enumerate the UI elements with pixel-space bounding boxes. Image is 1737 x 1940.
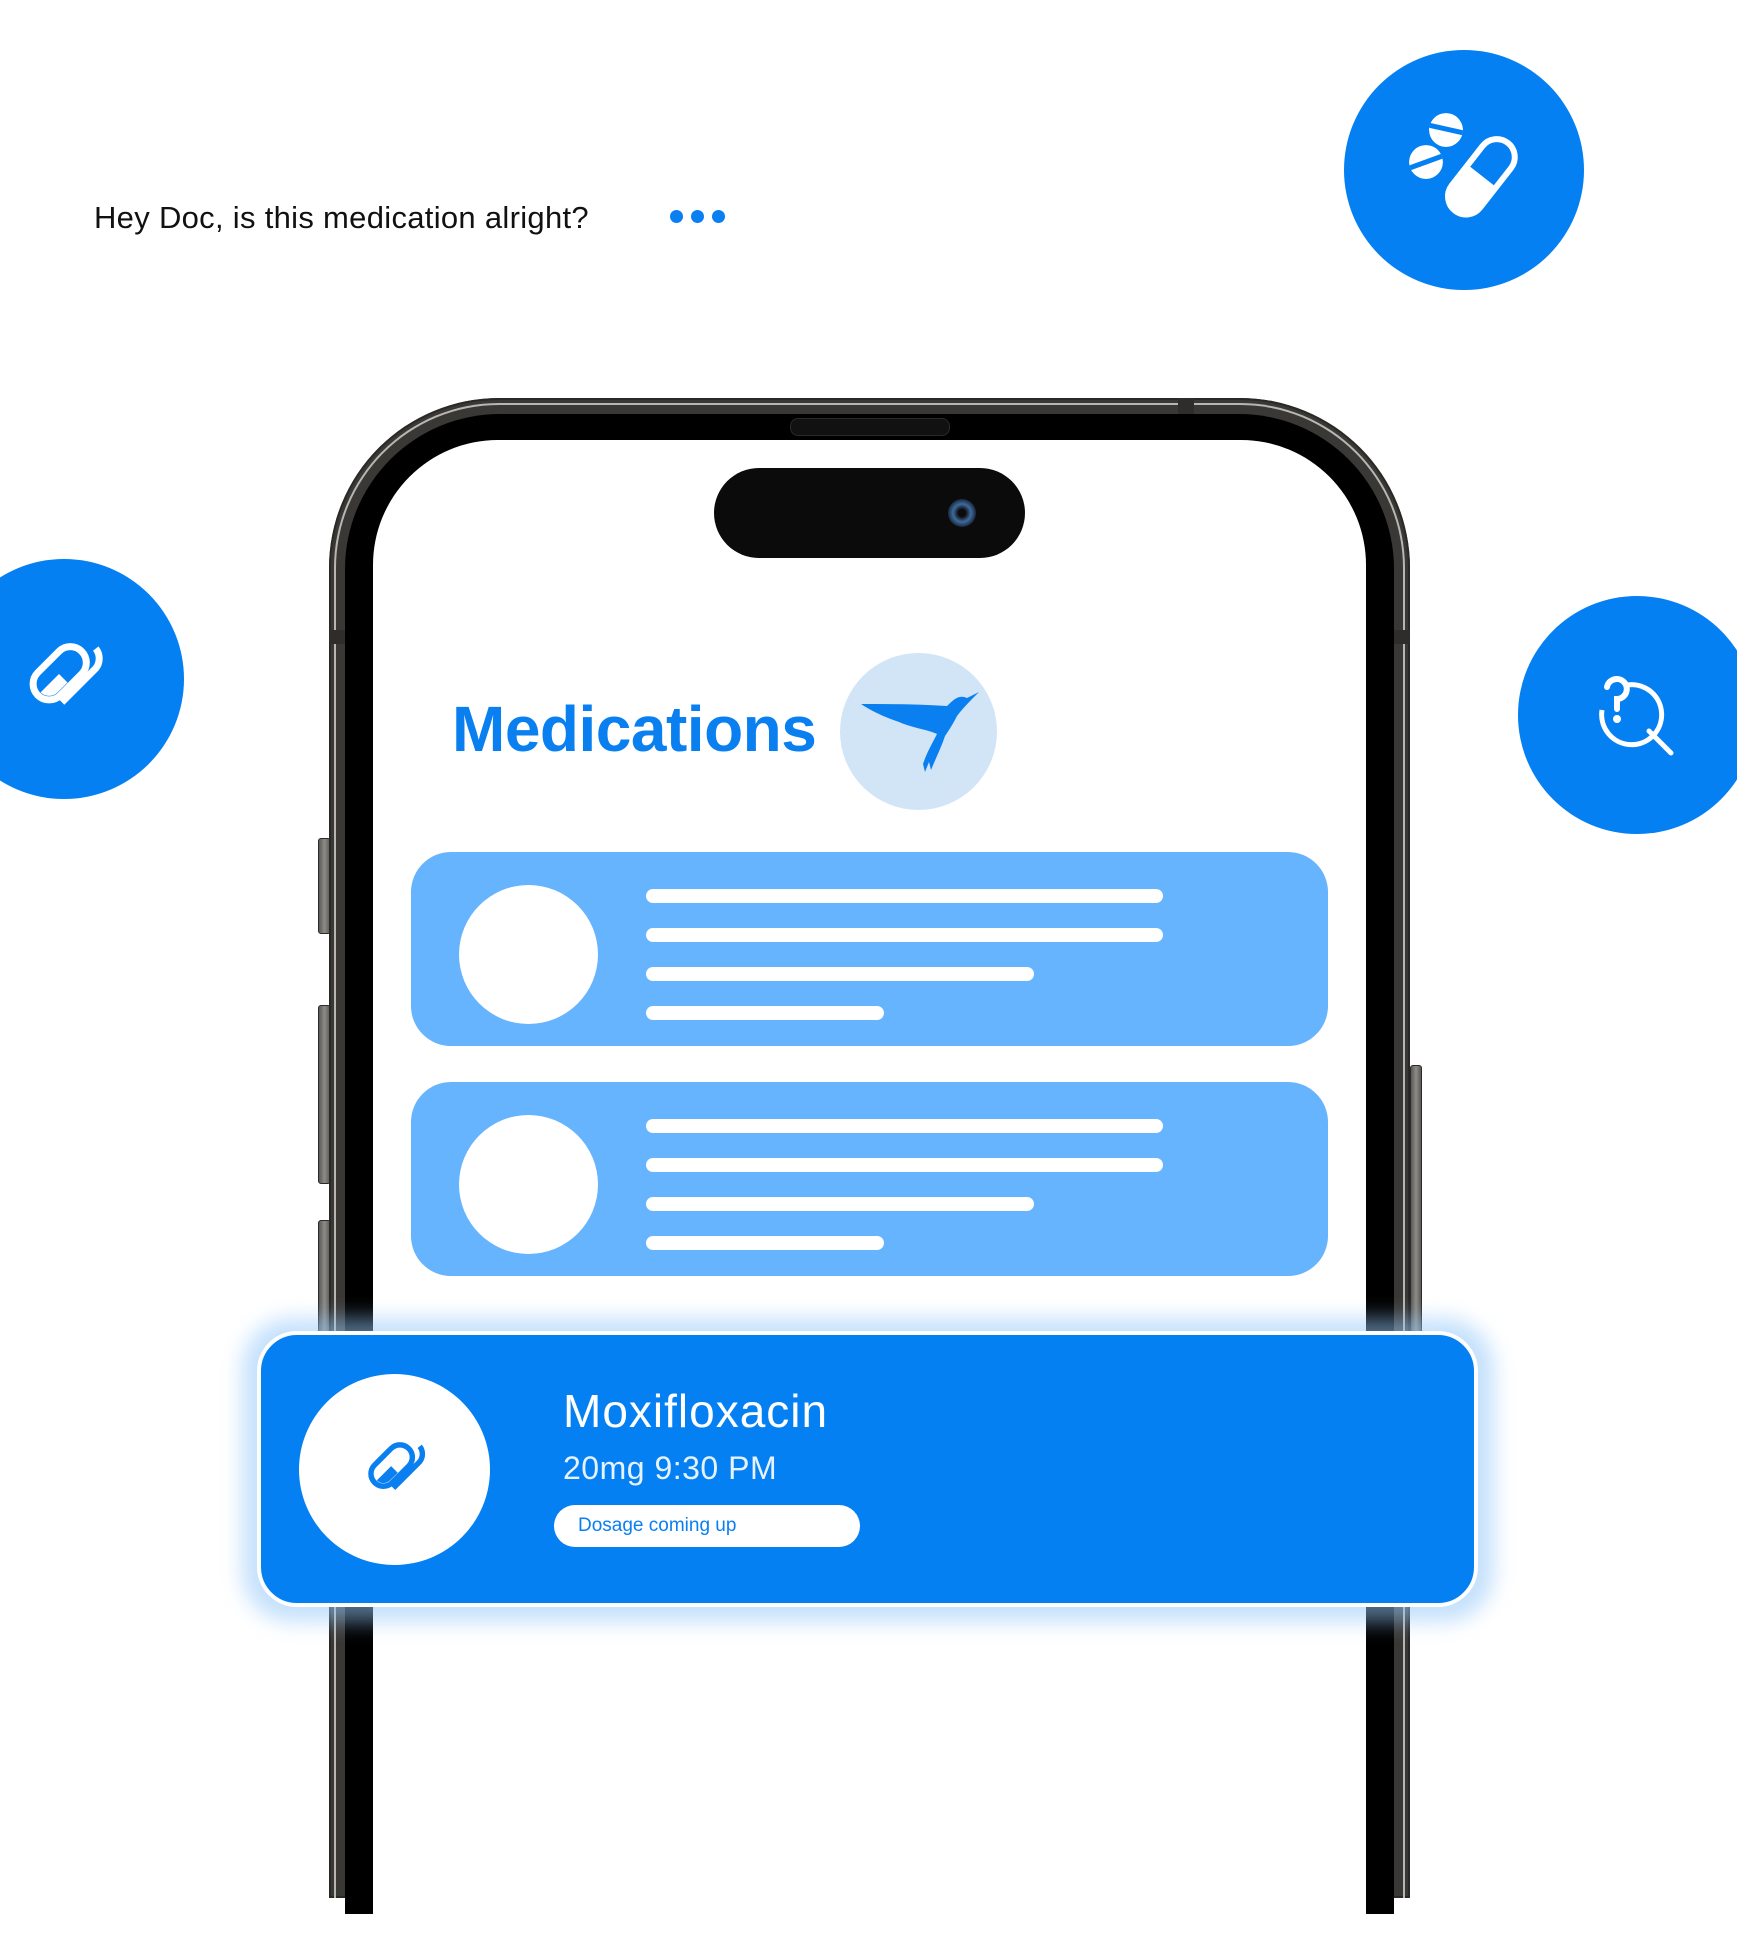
card-thumbnail-placeholder xyxy=(459,1115,598,1254)
medication-card-placeholder[interactable] xyxy=(411,1082,1328,1276)
question-search-badge xyxy=(1518,596,1737,834)
typing-dot xyxy=(691,210,704,223)
status-badge-label: Dosage coming up xyxy=(578,1515,737,1536)
avatar[interactable] xyxy=(840,653,997,810)
pills-capsule-icon xyxy=(1409,113,1518,218)
text-line-placeholder xyxy=(646,967,1034,981)
text-line-placeholder xyxy=(646,928,1163,942)
medication-card-placeholder[interactable] xyxy=(411,852,1328,1046)
typing-dot xyxy=(670,210,683,223)
camera-lens xyxy=(948,499,976,527)
capsule-badge xyxy=(0,559,184,799)
card-thumbnail-placeholder xyxy=(459,885,598,1024)
question-search-icon xyxy=(1599,676,1674,756)
antenna-band xyxy=(329,630,345,644)
antenna-band xyxy=(1178,398,1194,414)
text-line-placeholder xyxy=(646,1236,884,1250)
text-line-placeholder xyxy=(646,1158,1163,1172)
typing-dots-icon xyxy=(670,210,725,223)
dosage-time: 20mg 9:30 PM xyxy=(563,1450,778,1486)
text-line-placeholder xyxy=(646,1006,884,1020)
phone-speaker xyxy=(790,418,950,436)
capsule-icon xyxy=(367,1441,425,1490)
typing-dot xyxy=(712,210,725,223)
capsule-icon xyxy=(29,643,103,705)
text-line-placeholder xyxy=(646,889,1163,903)
notification-icon-circle xyxy=(299,1374,490,1565)
antenna-band xyxy=(1394,630,1410,644)
chat-prompt-text: Hey Doc, is this medication alright? xyxy=(94,200,589,235)
medication-name: Moxifloxacin xyxy=(563,1385,829,1437)
dynamic-island xyxy=(714,468,1025,558)
phone-power-button xyxy=(1410,1065,1422,1337)
page-title: Medications xyxy=(452,693,817,765)
pills-badge xyxy=(1344,50,1584,290)
text-line-placeholder xyxy=(646,1197,1034,1211)
text-line-placeholder xyxy=(646,1119,1163,1133)
bird-icon xyxy=(860,691,979,772)
status-badge: Dosage coming up xyxy=(554,1505,860,1547)
